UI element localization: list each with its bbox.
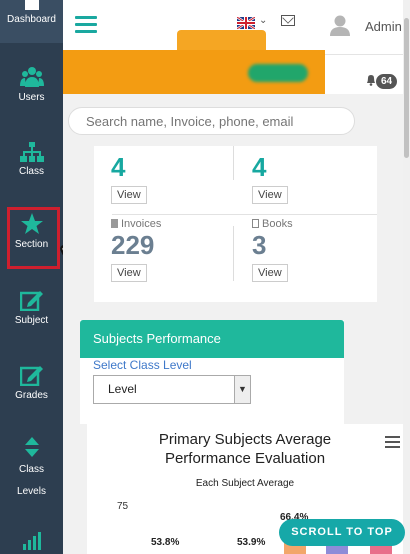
- sidebar-item-label: Grades: [15, 390, 48, 401]
- bell-icon[interactable]: [366, 74, 376, 86]
- sidebar-item-label: Dashboard: [7, 14, 56, 25]
- menu-toggle-icon[interactable]: [75, 16, 97, 37]
- stat-label: Invoices: [121, 218, 162, 230]
- scrollbar[interactable]: [403, 0, 410, 554]
- stat-value: 4: [111, 152, 126, 182]
- sidebar-item-label: Subject: [14, 315, 49, 326]
- notification-count-badge: 64: [376, 74, 398, 89]
- stat-item-books: Books 3 View: [252, 218, 392, 282]
- bar-chart-icon: [22, 532, 41, 550]
- chart-title-line2: Performance Evaluation: [164, 450, 326, 467]
- promo-banner: [63, 50, 325, 94]
- search-input[interactable]: [68, 107, 355, 135]
- sidebar-item-label: Class: [18, 464, 44, 475]
- sidebar-item-class-levels[interactable]: Class Levels: [0, 437, 63, 503]
- avatar[interactable]: [329, 14, 351, 36]
- file-outline-icon: [252, 219, 259, 228]
- y-tick-label: 75: [117, 501, 129, 512]
- select-class-level-label: Select Class Level: [93, 358, 192, 372]
- subjects-performance-panel: Subjects Performance Select Class Level …: [80, 320, 344, 424]
- sort-icon: [24, 437, 39, 457]
- chart-menu-icon[interactable]: [385, 436, 400, 451]
- stat-label: Books: [262, 218, 293, 230]
- sidebar-item-class[interactable]: Class: [0, 142, 63, 178]
- section-highlight-box: [7, 207, 60, 269]
- users-icon: [19, 67, 44, 87]
- uk-flag-icon[interactable]: [237, 17, 255, 29]
- banner-button[interactable]: [248, 64, 308, 82]
- class-level-select[interactable]: Level ▼: [93, 375, 251, 404]
- stat-item: 4 View: [111, 152, 251, 204]
- chevron-down-icon[interactable]: ⌄: [259, 15, 267, 26]
- sidebar-item-dashboard[interactable]: Dashboard: [0, 0, 63, 43]
- stat-item: 4 View: [252, 152, 392, 204]
- scrollbar-thumb[interactable]: [404, 18, 409, 158]
- view-button[interactable]: View: [252, 186, 288, 204]
- data-label: 53.8%: [151, 537, 180, 549]
- sidebar-item-label: Class: [18, 166, 44, 177]
- select-value: Level: [108, 382, 137, 396]
- sidebar-item-reports[interactable]: [0, 530, 63, 554]
- data-label: 53.9%: [237, 537, 266, 549]
- chart-subtitle: Each Subject Average: [195, 478, 295, 489]
- stat-value: 4: [252, 152, 267, 182]
- stats-card: 4 View 4 View Invoices 229 View Books 3 …: [94, 146, 377, 302]
- stat-value: 3: [252, 230, 267, 260]
- home-icon: [24, 0, 39, 10]
- panel-title: Subjects Performance: [80, 320, 344, 358]
- divider: [112, 214, 377, 215]
- sidebar-item-label: Levels: [17, 486, 46, 497]
- chart-title: Primary Subjects Average Performance Eva…: [87, 430, 403, 468]
- stat-value: 229: [111, 230, 155, 260]
- sidebar-item-label: Users: [18, 92, 45, 103]
- scroll-to-top-button[interactable]: SCROLL TO TOP: [279, 519, 405, 546]
- chevron-down-icon[interactable]: ▼: [234, 376, 250, 403]
- sidebar-item-subject[interactable]: Subject: [0, 289, 63, 327]
- stat-item-invoices: Invoices 229 View: [111, 218, 251, 282]
- edit-icon: [19, 291, 43, 311]
- view-button[interactable]: View: [252, 264, 288, 282]
- sidebar-item-grades[interactable]: Grades: [0, 364, 63, 402]
- sitemap-icon: [19, 142, 44, 162]
- admin-user-label[interactable]: Admin: [365, 19, 402, 34]
- file-icon: [111, 219, 118, 228]
- view-button[interactable]: View: [111, 264, 147, 282]
- chart-title-line1: Primary Subjects Average: [158, 431, 332, 448]
- sidebar-item-users[interactable]: Users: [0, 66, 63, 104]
- edit-icon: [19, 366, 43, 386]
- mail-icon[interactable]: [281, 15, 295, 26]
- view-button[interactable]: View: [111, 186, 147, 204]
- sidebar: Dashboard Users Class Section Subject Gr…: [0, 0, 63, 554]
